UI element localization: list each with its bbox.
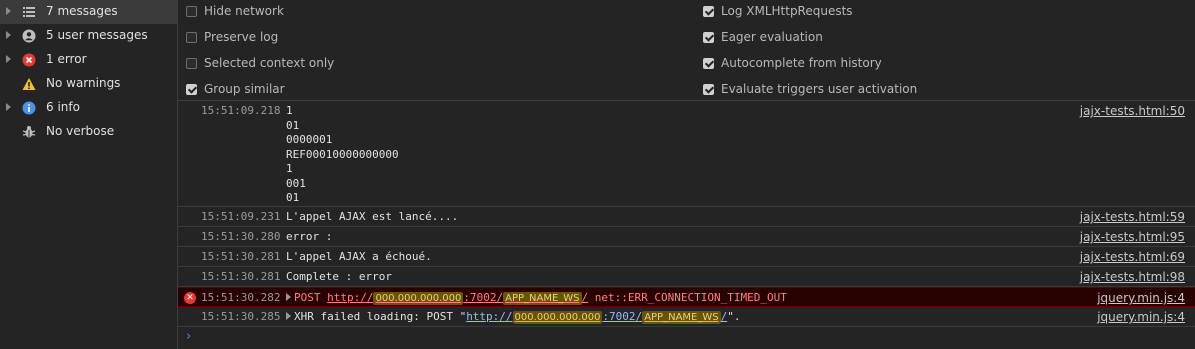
request-url-link[interactable]: http://000.000.000.000:7002/APP_NAME_WS / [466,310,727,324]
request-url-link[interactable]: http://000.000.000.000:7002/APP_NAME_WS / [327,291,588,305]
expand-arrow-icon[interactable] [286,293,291,301]
redacted-app-name: APP_NAME_WS [642,311,721,324]
expand-arrow-icon[interactable] [286,312,291,320]
message-text: XHR failed loading: POST "http://000.000… [286,310,740,324]
eager-evaluation-option[interactable]: Eager evaluation [703,29,823,45]
option-label: Group similar [204,82,285,96]
console-error-message[interactable]: ✕ 15:51:30.282 POST http://000.000.000.0… [178,287,1195,307]
selected-context-checkbox[interactable] [186,57,197,69]
timestamp: 15:51:09.231 [201,210,281,223]
source-link[interactable]: jajx-tests.html:98 [1080,270,1185,284]
sidebar-item-label: 5 user messages [46,28,148,42]
list-icon [23,7,35,17]
option-label: Selected context only [204,56,335,70]
option-label: Hide network [204,4,284,18]
message-line: 01 [286,191,300,204]
sidebar-item-messages[interactable]: 7 messages [0,0,177,24]
hide-network-option[interactable]: Hide network [186,3,284,19]
console-message[interactable]: 15:51:30.281 Complete : error jajx-tests… [178,267,1195,287]
source-link[interactable]: jajx-tests.html:69 [1080,250,1185,264]
sidebar-item-label: No verbose [46,124,115,138]
message-text: L'appel AJAX a échoué. [286,250,432,263]
sidebar-item-label: No warnings [46,76,121,90]
sidebar-item-warnings[interactable]: No warnings [0,72,177,96]
option-label: Autocomplete from history [721,56,882,70]
evaluate-triggers-option[interactable]: Evaluate triggers user activation [703,81,917,97]
autocomplete-history-option[interactable]: Autocomplete from history [703,55,882,71]
message-text: error : [286,230,333,243]
console-settings-panel: Hide network Preserve log Selected conte… [178,0,1195,101]
source-link[interactable]: jajx-tests.html:95 [1080,230,1185,244]
source-link[interactable]: jajx-tests.html:50 [1080,104,1185,118]
source-link[interactable]: jquery.min.js:4 [1097,291,1185,305]
option-label: Log XMLHttpRequests [721,4,853,18]
redacted-ip: 000.000.000.000 [373,292,464,305]
message-text: POST http://000.000.000.000:7002/APP_NAM… [286,291,787,305]
message-line: 001 [286,176,306,190]
console-prompt[interactable]: › [186,329,191,344]
option-label: Preserve log [204,30,279,44]
console-message[interactable]: 15:51:09.231 L'appel AJAX est lancé.... … [178,207,1195,227]
sidebar-item-label: 7 messages [46,4,118,18]
autocomplete-history-checkbox[interactable] [703,57,714,69]
sidebar-item-errors[interactable]: 1 error [0,48,177,72]
expand-arrow-icon[interactable] [6,103,11,111]
group-similar-checkbox[interactable] [186,83,197,95]
http-method: POST [294,291,321,304]
hide-network-checkbox[interactable] [186,5,197,17]
timestamp: 15:51:30.281 [201,270,281,283]
option-label: Evaluate triggers user activation [721,82,918,96]
user-icon [22,29,36,43]
log-xhr-option[interactable]: Log XMLHttpRequests [703,3,853,19]
console-message[interactable]: 15:51:09.218 1 01 0000001 REF00010000000… [178,101,1195,207]
message-line: 0000001 [286,133,333,146]
timestamp: 15:51:30.285 [201,310,281,323]
sidebar-item-verbose[interactable]: No verbose [0,120,177,144]
redacted-ip: 000.000.000.000 [512,311,603,324]
console-sidebar: 7 messages 5 user messages 1 error No wa… [0,0,178,349]
message-line: REF00010000000000 [286,147,399,161]
eager-evaluation-checkbox[interactable] [703,31,714,43]
timestamp: 15:51:30.281 [201,250,281,263]
preserve-log-checkbox[interactable] [186,31,197,43]
message-text: 1 01 0000001 REF00010000000000 1 001 01 [286,104,399,206]
sidebar-item-user-messages[interactable]: 5 user messages [0,24,177,48]
message-line: 1 [286,104,293,117]
message-line: 1 [286,162,293,175]
warning-icon [22,78,36,90]
sidebar-item-label: 1 error [46,52,87,66]
source-link[interactable]: jquery.min.js:4 [1097,310,1185,324]
expand-arrow-icon[interactable] [6,55,11,63]
sidebar-item-label: 6 info [46,100,80,114]
redacted-app-name: APP_NAME_WS [503,292,582,305]
console-message[interactable]: 15:51:30.280 error : jajx-tests.html:95 [178,227,1195,247]
message-text: L'appel AJAX est lancé.... [286,210,459,223]
preserve-log-option[interactable]: Preserve log [186,29,278,45]
info-icon [22,101,36,115]
console-output: 15:51:09.218 1 01 0000001 REF00010000000… [178,101,1195,349]
error-code: net::ERR_CONNECTION_TIMED_OUT [594,291,787,304]
selected-context-option[interactable]: Selected context only [186,55,334,71]
error-icon: ✕ [184,292,196,304]
timestamp: 15:51:30.280 [201,230,281,243]
evaluate-triggers-checkbox[interactable] [703,83,714,95]
message-line: 01 [286,118,300,132]
console-message[interactable]: 15:51:30.281 L'appel AJAX a échoué. jajx… [178,247,1195,267]
group-similar-option[interactable]: Group similar [186,81,285,97]
message-text: Complete : error [286,270,392,283]
timestamp: 15:51:09.218 [201,104,281,117]
sidebar-item-info[interactable]: 6 info [0,96,177,120]
expand-arrow-icon[interactable] [6,7,11,15]
log-xhr-checkbox[interactable] [703,5,714,17]
bug-icon [22,126,36,138]
timestamp: 15:51:30.282 [201,291,281,304]
option-label: Eager evaluation [721,30,823,44]
error-icon [22,53,36,67]
expand-arrow-icon[interactable] [6,31,11,39]
source-link[interactable]: jajx-tests.html:59 [1080,210,1185,224]
console-message[interactable]: 15:51:30.285 XHR failed loading: POST "h… [178,307,1195,327]
